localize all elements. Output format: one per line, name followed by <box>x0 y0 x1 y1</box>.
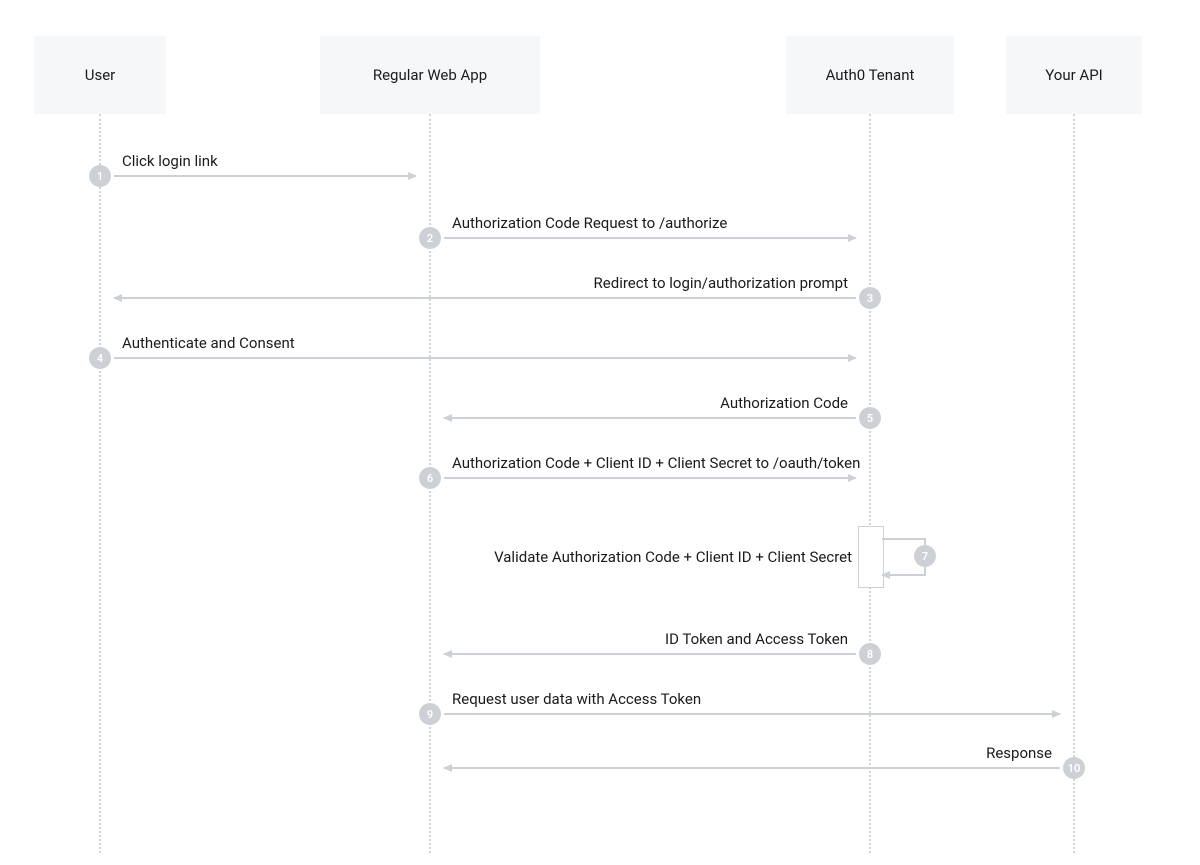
sequence-diagram: User Regular Web App Auth0 Tenant Your API 1… <box>0 0 1200 865</box>
message-label: Authorization Code + Client ID + Client … <box>452 454 860 472</box>
message-label: Authorization Code Request to /authorize <box>452 214 727 232</box>
message-label: Validate Authorization Code + Client ID … <box>494 548 852 566</box>
message-label: Authenticate and Consent <box>122 334 295 352</box>
message-label: Request user data with Access Token <box>452 690 701 708</box>
step-badge: 3 <box>859 287 881 309</box>
step-badge: 1 <box>89 165 111 187</box>
lifeline-user <box>99 114 101 853</box>
message-label: ID Token and Access Token <box>665 630 848 648</box>
message-arrow <box>444 653 856 655</box>
self-loop-segment <box>882 574 926 576</box>
message-arrow <box>444 713 1060 715</box>
message-arrow <box>444 767 1060 769</box>
message-label: Redirect to login/authorization prompt <box>594 274 848 292</box>
message-arrow <box>444 477 856 479</box>
lifeline-auth0 <box>869 114 871 853</box>
lane-header-auth0: Auth0 Tenant <box>786 36 954 114</box>
message-label: Click login link <box>122 152 218 170</box>
message-arrow <box>114 175 416 177</box>
message-arrow <box>114 357 856 359</box>
step-badge: 5 <box>859 407 881 429</box>
message-arrow <box>444 417 856 419</box>
step-badge: 2 <box>419 227 441 249</box>
self-loop-segment <box>882 538 926 540</box>
lane-header-api: Your API <box>1006 36 1142 114</box>
step-badge: 8 <box>859 643 881 665</box>
step-badge: 10 <box>1063 757 1085 779</box>
lane-header-user: User <box>34 36 166 114</box>
message-arrow <box>114 297 856 299</box>
step-badge: 4 <box>89 347 111 369</box>
lane-header-webapp: Regular Web App <box>320 36 540 114</box>
message-label: Response <box>986 744 1052 762</box>
message-arrow <box>444 237 856 239</box>
message-label: Authorization Code <box>720 394 848 412</box>
step-badge: 9 <box>419 703 441 725</box>
step-badge: 7 <box>914 545 936 567</box>
lifeline-api <box>1073 114 1075 853</box>
step-badge: 6 <box>419 467 441 489</box>
